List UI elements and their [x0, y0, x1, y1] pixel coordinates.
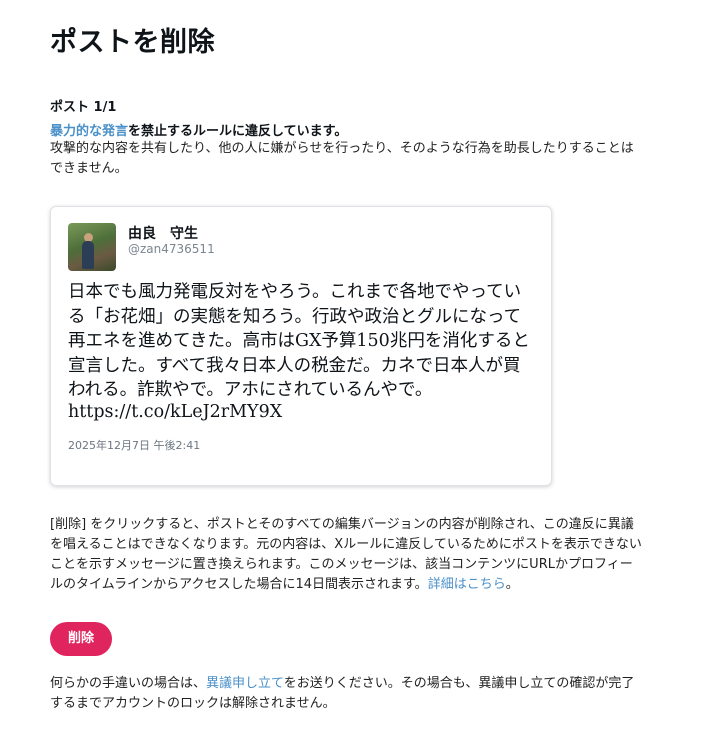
violation-rule-suffix: を禁止するルールに違反しています。 [128, 124, 348, 139]
page-title: ポストを削除 [50, 27, 215, 58]
tweet-timestamp: 2025年12月7日 午後2:41 [68, 439, 201, 452]
delete-info-text: [削除] をクリックすると、ポストとそのすべての編集バージョンの内容が削除され、… [50, 515, 642, 595]
delete-info-body: [削除] をクリックすると、ポストとそのすべての編集バージョンの内容が削除され、… [50, 517, 642, 592]
delete-button[interactable]: 削除 [50, 622, 112, 656]
tweet-card: 由良 守生 @zan4736511 日本でも風力発電反対をやろう。これまで各地で… [50, 206, 552, 486]
delete-info-trailing: 。 [505, 577, 519, 592]
avatar [68, 223, 116, 271]
violation-notice: 暴力的な発言を禁止するルールに違反しています。 [50, 120, 347, 139]
post-counter: ポスト 1/1 [50, 100, 117, 115]
avatar-figure-shape [82, 241, 94, 269]
tweet-handle: @zan4736511 [128, 242, 215, 256]
violation-description: 攻撃的な内容を共有したり、他の人に嫌がらせを行ったり、そのような行為を助長したり… [50, 141, 634, 176]
details-link[interactable]: 詳細はこちら [428, 577, 506, 592]
appeal-link[interactable]: 異議申し立て [206, 676, 284, 691]
appeal-text: 何らかの手違いの場合は、異議申し立てをお送りください。その場合も、異議申し立ての… [50, 674, 642, 714]
appeal-prefix: 何らかの手違いの場合は、 [50, 676, 207, 691]
tweet-display-name: 由良 守生 [128, 226, 198, 242]
tweet-text: 日本でも風力発電反対をやろう。これまで各地でやっている「お花畑」の実態を知ろう。… [68, 282, 530, 400]
rule-link[interactable]: 暴力的な発言 [50, 124, 128, 139]
tweet-link[interactable]: https://t.co/kLeJ2rMY9X [68, 402, 282, 422]
